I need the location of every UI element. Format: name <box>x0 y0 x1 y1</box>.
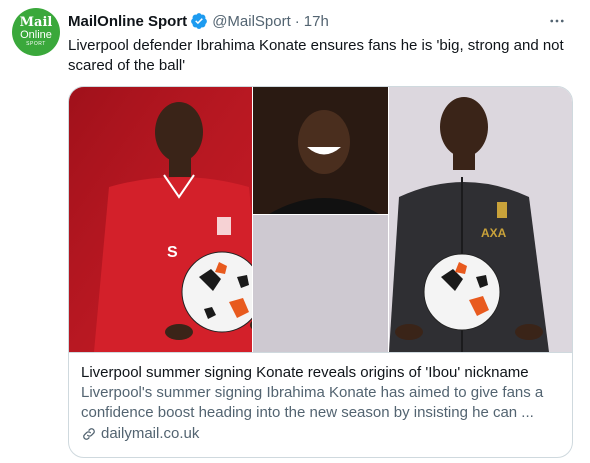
more-options-icon[interactable] <box>546 10 568 32</box>
handle[interactable]: @MailSport <box>212 13 291 30</box>
tweet-header: MailOnline Sport @MailSport · 17h <box>68 10 576 32</box>
svg-text:S: S <box>167 244 178 261</box>
avatar-text-mail: Mail <box>19 14 53 30</box>
card-domain-text: dailymail.co.uk <box>101 425 200 442</box>
verified-badge-icon <box>191 13 208 29</box>
separator-dot: · <box>294 12 300 30</box>
card-description: Liverpool's summer signing Ibrahima Kona… <box>81 384 544 421</box>
display-name[interactable]: MailOnline Sport <box>68 13 187 30</box>
tweet[interactable]: Mail Online SPORT MailOnline Sport @Mail… <box>0 0 590 463</box>
avatar-text-sport: SPORT <box>26 40 46 47</box>
card-domain: dailymail.co.uk <box>81 424 560 444</box>
link-icon <box>83 428 95 440</box>
card-body[interactable]: Liverpool summer signing Konate reveals … <box>69 352 572 457</box>
card-photo-collage: S AXA <box>69 87 572 352</box>
svg-text:AXA: AXA <box>481 226 507 240</box>
tweet-content: MailOnline Sport @MailSport · 17h Liverp… <box>68 10 576 76</box>
avatar-text-online: Online <box>20 28 52 41</box>
timestamp[interactable]: 17h <box>304 13 329 30</box>
tweet-text: Liverpool defender Ibrahima Konate ensur… <box>68 37 564 74</box>
card-image[interactable]: S AXA <box>69 87 572 352</box>
card-title: Liverpool summer signing Konate reveals … <box>81 364 529 381</box>
avatar[interactable]: Mail Online SPORT <box>12 8 60 56</box>
link-card[interactable]: S AXA Liverpool summer signing Konate re… <box>68 86 573 458</box>
